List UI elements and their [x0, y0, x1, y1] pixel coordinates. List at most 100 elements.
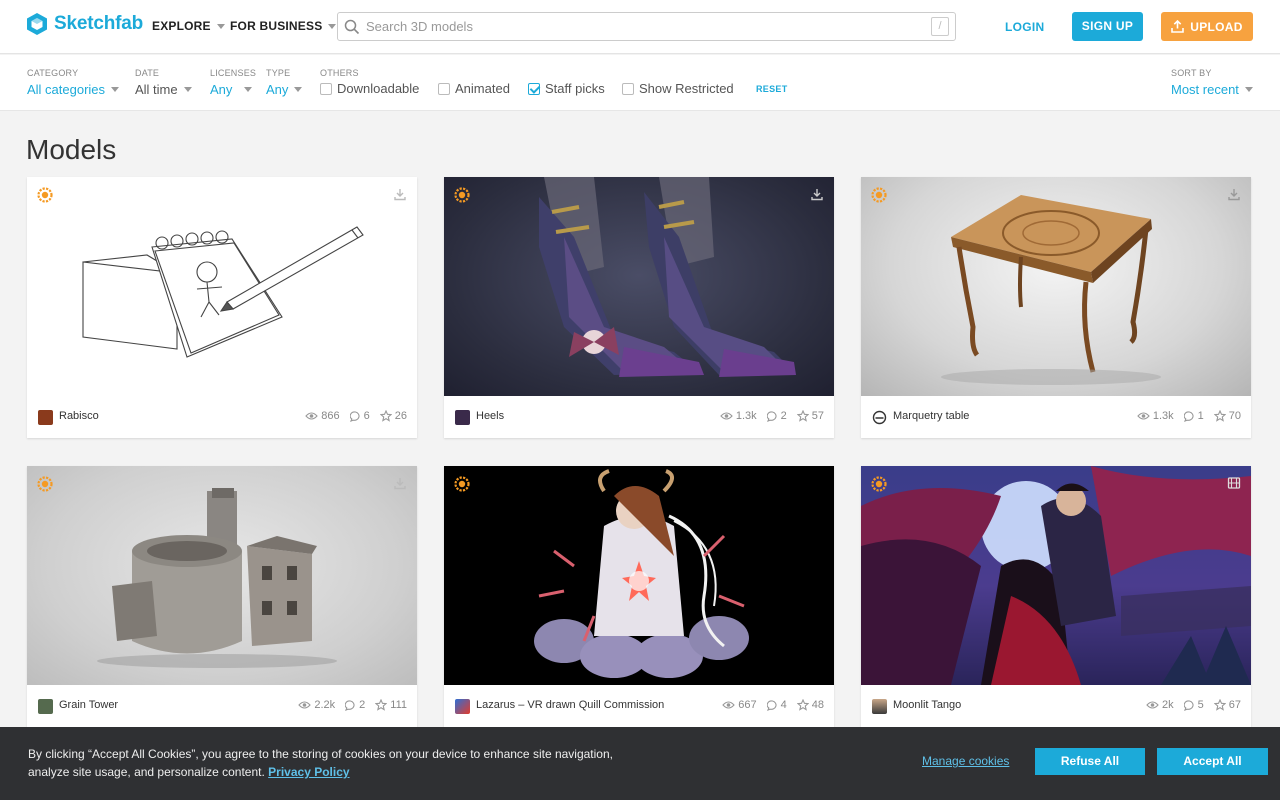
- model-thumbnail[interactable]: [27, 177, 417, 396]
- model-card-moonlit-tango[interactable]: Moonlit Tango 2k 5 67: [861, 466, 1251, 727]
- filter-licenses[interactable]: LICENSES Any: [210, 68, 256, 97]
- filter-date[interactable]: DATE All time: [135, 68, 192, 97]
- staff-pick-badge-icon: [454, 187, 470, 203]
- refuse-all-button[interactable]: Refuse All: [1035, 748, 1145, 775]
- filter-bar: CATEGORY All categories DATE All time LI…: [0, 55, 1280, 111]
- search-shortcut-key: /: [931, 17, 949, 36]
- download-icon[interactable]: [393, 476, 407, 490]
- avatar[interactable]: [872, 410, 887, 425]
- chevron-down-icon: [111, 87, 120, 92]
- filter-type[interactable]: TYPE Any: [266, 68, 303, 97]
- cookie-banner: By clicking “Accept All Cookies”, you ag…: [0, 727, 1280, 800]
- model-stats: 2k 5 67: [1146, 699, 1241, 711]
- logo-text: Sketchfab: [54, 13, 144, 34]
- model-card-lazarus[interactable]: Lazarus – VR drawn Quill Commission 667 …: [444, 466, 834, 727]
- checkbox-show-restricted[interactable]: Show Restricted: [622, 81, 734, 96]
- search-bar[interactable]: /: [337, 12, 956, 41]
- model-thumbnail[interactable]: [444, 177, 834, 396]
- comment-icon: [1183, 410, 1194, 422]
- avatar[interactable]: [38, 410, 53, 425]
- nav-for-business-label: FOR BUSINESS: [230, 19, 323, 33]
- model-name[interactable]: Grain Tower: [59, 699, 118, 711]
- model-card-footer: Marquetry table 1.3k 1 70: [861, 396, 1251, 438]
- comments-count: 4: [780, 699, 787, 711]
- checkbox-downloadable[interactable]: Downloadable: [320, 81, 419, 96]
- model-thumbnail[interactable]: [27, 466, 417, 685]
- filter-date-label: DATE: [135, 68, 160, 78]
- star-icon[interactable]: [1213, 699, 1226, 711]
- reset-filters-button[interactable]: RESET: [756, 84, 788, 94]
- checkbox-box[interactable]: [622, 82, 634, 95]
- accept-all-button[interactable]: Accept All: [1157, 748, 1268, 775]
- upload-icon: [1171, 20, 1185, 33]
- grain-tower-image: [97, 488, 337, 668]
- sort-by[interactable]: SORT BY Most recent: [1171, 68, 1253, 97]
- star-icon[interactable]: [1213, 410, 1226, 422]
- lazarus-image: [534, 469, 749, 678]
- eye-icon: [298, 701, 312, 709]
- model-card-footer: Lazarus – VR drawn Quill Commission 667 …: [444, 685, 834, 727]
- avatar[interactable]: [455, 699, 470, 714]
- model-card-marquetry-table[interactable]: Marquetry table 1.3k 1 70: [861, 177, 1251, 438]
- sketchfab-logo[interactable]: Sketchfab: [26, 12, 143, 36]
- checkbox-animated[interactable]: Animated: [438, 81, 510, 96]
- model-name[interactable]: Marquetry table: [893, 410, 969, 422]
- download-icon[interactable]: [393, 187, 407, 201]
- comments-count: 6: [363, 410, 370, 422]
- filter-others-label: OTHERS: [320, 68, 359, 78]
- model-card-heels[interactable]: Heels 1.3k 2 57: [444, 177, 834, 438]
- checkbox-box[interactable]: [438, 82, 450, 95]
- model-name[interactable]: Moonlit Tango: [893, 699, 961, 711]
- comment-icon: [766, 410, 777, 422]
- model-thumbnail[interactable]: [861, 177, 1251, 396]
- staff-pick-badge-icon: [37, 187, 53, 203]
- likes-count: 48: [811, 699, 824, 711]
- likes-count: 111: [390, 699, 407, 711]
- privacy-policy-link[interactable]: Privacy Policy: [268, 765, 349, 779]
- checkbox-box[interactable]: [320, 82, 332, 95]
- views-count: 667: [738, 699, 757, 711]
- model-card-grain-tower[interactable]: Grain Tower 2.2k 2 111: [27, 466, 417, 727]
- nav-explore[interactable]: EXPLORE: [152, 19, 225, 33]
- sort-by-label: SORT BY: [1171, 68, 1212, 78]
- checkbox-downloadable-label: Downloadable: [337, 81, 420, 96]
- eye-icon: [722, 701, 736, 709]
- checkbox-staff-picks[interactable]: Staff picks: [528, 81, 605, 96]
- signup-button[interactable]: SIGN UP: [1072, 12, 1143, 41]
- model-thumbnail[interactable]: [861, 466, 1251, 685]
- download-icon[interactable]: [810, 187, 824, 201]
- manage-cookies-link[interactable]: Manage cookies: [922, 754, 1009, 768]
- eye-icon: [1137, 412, 1150, 420]
- star-icon[interactable]: [796, 410, 809, 422]
- chevron-down-icon: [244, 87, 253, 92]
- heels-image: [539, 177, 796, 377]
- upload-button[interactable]: UPLOAD: [1161, 12, 1253, 41]
- chevron-down-icon: [328, 23, 337, 29]
- checkbox-box-checked[interactable]: [528, 82, 540, 95]
- comments-count: 5: [1197, 699, 1204, 711]
- model-card-footer: Heels 1.3k 2 57: [444, 396, 834, 438]
- star-icon[interactable]: [379, 410, 392, 422]
- star-icon[interactable]: [375, 699, 388, 711]
- upload-label: UPLOAD: [1190, 19, 1243, 34]
- model-name[interactable]: Rabisco: [59, 410, 99, 422]
- nav-for-business[interactable]: FOR BUSINESS: [230, 19, 337, 33]
- search-input[interactable]: [366, 14, 906, 39]
- login-link[interactable]: LOGIN: [1005, 20, 1045, 34]
- checkbox-animated-label: Animated: [455, 81, 510, 96]
- filter-category[interactable]: CATEGORY All categories: [27, 68, 120, 97]
- star-icon[interactable]: [796, 699, 809, 711]
- model-stats: 667 4 48: [722, 699, 824, 711]
- model-name[interactable]: Lazarus – VR drawn Quill Commission: [476, 699, 664, 711]
- avatar[interactable]: [38, 699, 53, 714]
- model-card-rabisco[interactable]: Rabisco 866 6 26: [27, 177, 417, 438]
- model-name[interactable]: Heels: [476, 410, 504, 422]
- model-card-footer: Grain Tower 2.2k 2 111: [27, 685, 417, 727]
- avatar[interactable]: [872, 699, 887, 714]
- filter-category-label: CATEGORY: [27, 68, 79, 78]
- marquetry-table-image: [941, 195, 1161, 385]
- model-thumbnail[interactable]: [444, 466, 834, 685]
- download-icon[interactable]: [1227, 187, 1241, 201]
- model-stats: 1.3k 1 70: [1137, 410, 1241, 422]
- avatar[interactable]: [455, 410, 470, 425]
